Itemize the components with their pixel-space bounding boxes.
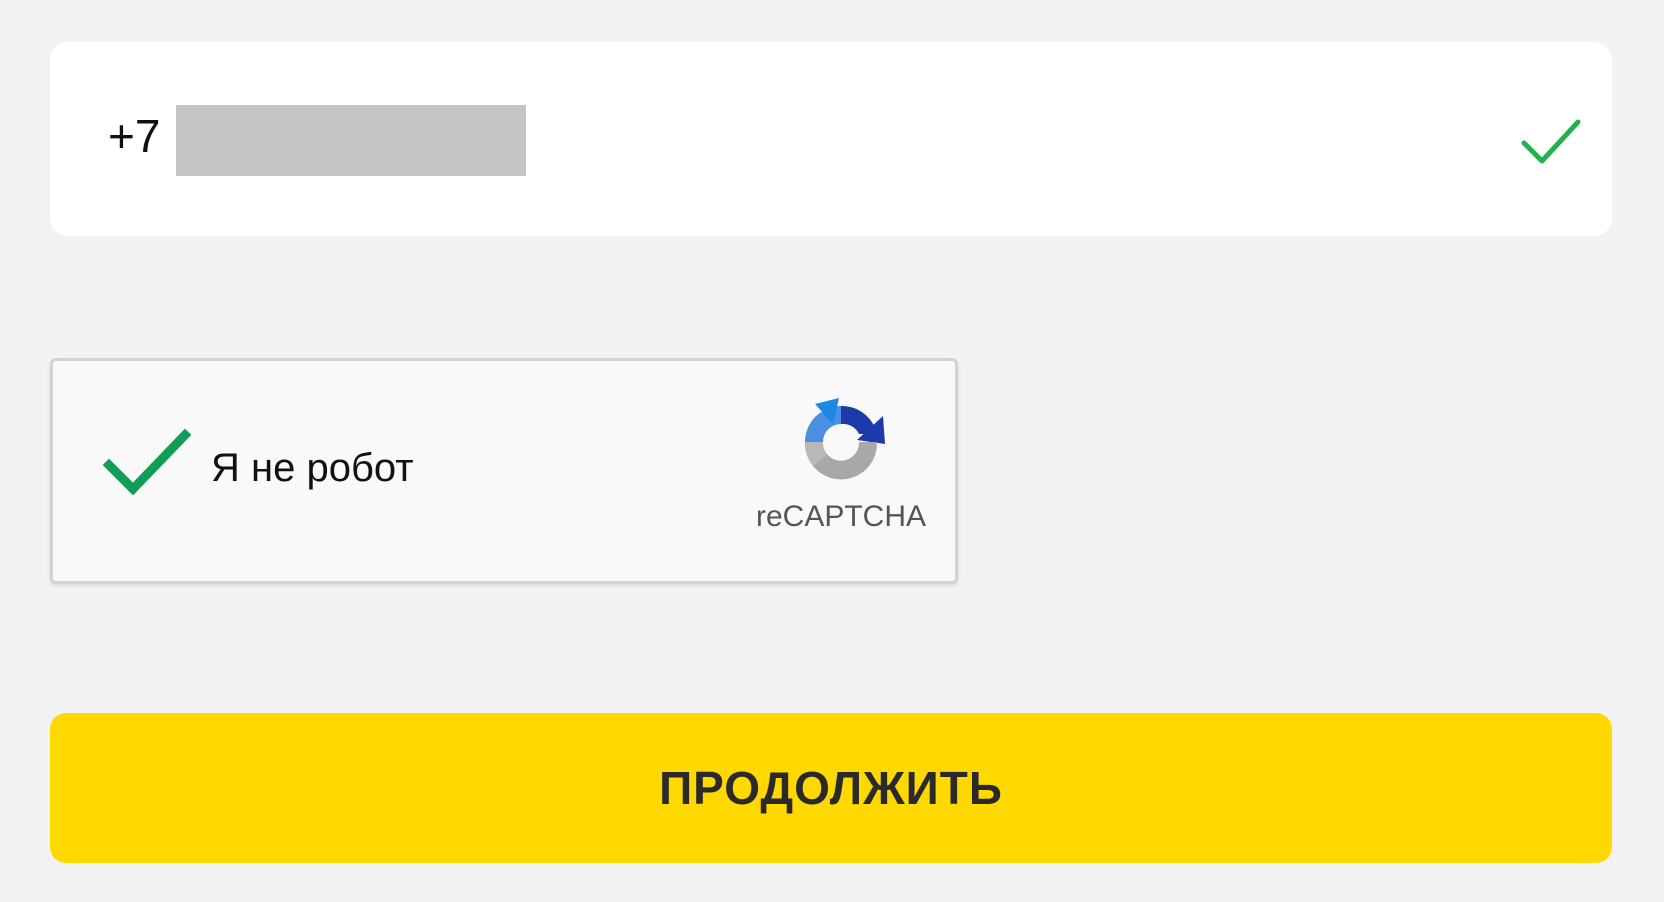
phone-number-redacted[interactable]	[176, 105, 526, 176]
checkmark-icon[interactable]	[103, 429, 191, 497]
recaptcha-label: Я не робот	[211, 446, 414, 490]
recaptcha-logo-icon	[804, 398, 885, 480]
phone-country-code: +7	[108, 110, 161, 162]
recaptcha-brand-label: reCAPTCHA	[755, 500, 927, 533]
phone-input-card[interactable]: +7	[50, 42, 1612, 236]
recaptcha-widget: Я не робот reCAPTCHA	[50, 358, 958, 584]
continue-button-label: ПРОДОЛЖИТЬ	[659, 762, 1003, 814]
continue-button[interactable]: ПРОДОЛЖИТЬ	[50, 713, 1612, 863]
checkmark-icon	[1521, 119, 1581, 164]
